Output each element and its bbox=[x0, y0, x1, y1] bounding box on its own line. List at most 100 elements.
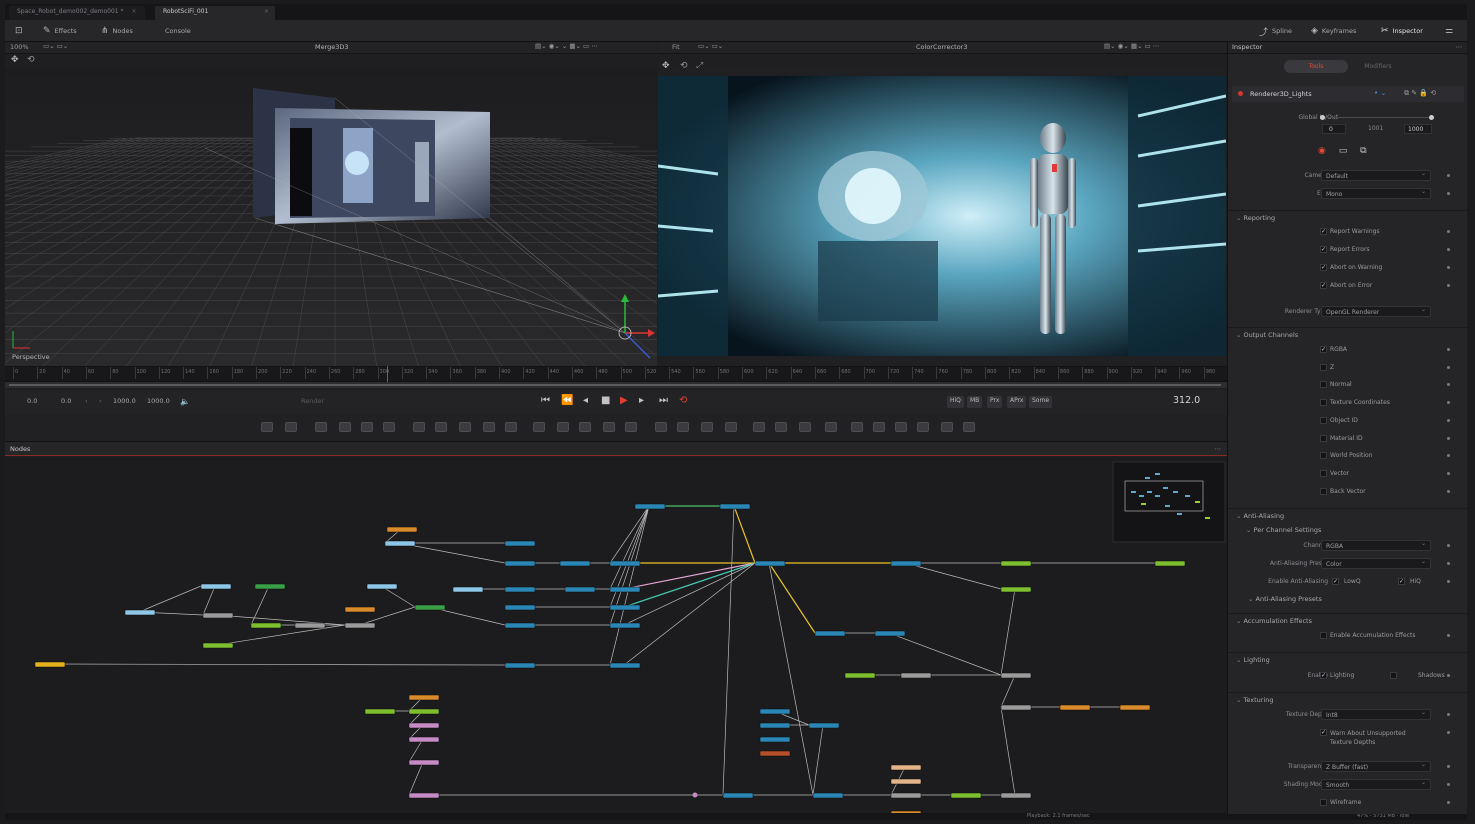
node-tool-icon[interactable] bbox=[775, 422, 787, 432]
graph-node[interactable] bbox=[414, 604, 446, 611]
camera-select[interactable]: Default bbox=[1321, 170, 1431, 181]
graph-node[interactable] bbox=[504, 662, 536, 669]
graph-node[interactable] bbox=[504, 560, 536, 567]
graph-node[interactable] bbox=[812, 792, 844, 799]
scrub-bar[interactable] bbox=[5, 382, 1227, 388]
node-connection[interactable] bbox=[609, 505, 650, 564]
aa-preset-select[interactable]: Color bbox=[1321, 558, 1431, 569]
keyframe-dot[interactable] bbox=[1447, 765, 1450, 768]
graph-node[interactable] bbox=[408, 736, 440, 743]
pipe-router[interactable] bbox=[692, 792, 698, 798]
graph-node[interactable] bbox=[890, 792, 922, 799]
output-tab-icon[interactable]: ⧉ bbox=[1360, 146, 1366, 156]
report-checkbox[interactable]: ✓ bbox=[1320, 264, 1327, 271]
keyframe-dot[interactable] bbox=[1447, 783, 1450, 786]
aa-presets-section[interactable]: Anti-Aliasing Presets bbox=[1228, 592, 1467, 606]
node-tool-icon[interactable] bbox=[895, 422, 907, 432]
keyframe-dot[interactable] bbox=[1447, 562, 1450, 565]
node-connection[interactable] bbox=[48, 663, 506, 666]
playhead[interactable] bbox=[387, 366, 388, 382]
graph-node[interactable] bbox=[609, 560, 641, 567]
viewer-options-icon[interactable]: ▭⌄ ▭⌄ bbox=[43, 42, 68, 50]
node-connection[interactable] bbox=[216, 624, 346, 646]
zoom-dropdown[interactable]: 100% bbox=[10, 43, 29, 51]
viewer-tools-icon[interactable]: ▤⌄ ◉⌄ ⌄ ▦⌄ ▭ ⋯ bbox=[535, 42, 598, 50]
time-ruler[interactable]: 0 20 40 60 80 100 120 140 160 180 200 220 240 260 280 3… bbox=[5, 366, 1227, 382]
keyframe-dot[interactable] bbox=[1447, 266, 1450, 269]
go-to-start-icon[interactable]: ⏮ bbox=[541, 395, 550, 406]
graph-node[interactable] bbox=[1000, 560, 1032, 567]
node-tool-icon[interactable] bbox=[677, 422, 689, 432]
start-time[interactable]: 0.0 bbox=[27, 397, 37, 405]
node-tool-icon[interactable] bbox=[261, 422, 273, 432]
graph-node[interactable] bbox=[609, 604, 641, 611]
report-checkbox[interactable]: ✓ bbox=[1320, 228, 1327, 235]
keyframe-dot[interactable] bbox=[1447, 801, 1450, 804]
graph-node[interactable] bbox=[294, 622, 326, 629]
graph-node[interactable] bbox=[1000, 704, 1032, 711]
graph-node[interactable] bbox=[384, 540, 416, 547]
graph-node[interactable] bbox=[344, 622, 376, 629]
layout-button[interactable]: ⚌ bbox=[1445, 24, 1453, 38]
node-tool-icon[interactable] bbox=[285, 422, 297, 432]
graph-node[interactable] bbox=[890, 764, 922, 771]
graph-node[interactable] bbox=[202, 612, 234, 619]
keyframe-dot[interactable] bbox=[1447, 230, 1450, 233]
rotate-icon[interactable]: ⟲ bbox=[27, 55, 35, 65]
node-tool-icon[interactable] bbox=[825, 422, 837, 432]
node-connection[interactable] bbox=[1000, 588, 1016, 676]
graph-node[interactable] bbox=[408, 722, 440, 729]
node-tool-icon[interactable] bbox=[413, 422, 425, 432]
nodes-button[interactable]: ⋔ Nodes bbox=[101, 24, 133, 38]
keyframe-dot[interactable] bbox=[1447, 436, 1450, 440]
keyframe-dot[interactable] bbox=[1447, 471, 1450, 475]
graph-node[interactable] bbox=[634, 503, 666, 510]
output-channels-section[interactable]: Output Channels bbox=[1228, 327, 1467, 341]
texturing-section[interactable]: Texturing bbox=[1228, 692, 1467, 706]
channel-checkbox[interactable]: ✓ bbox=[1320, 346, 1327, 353]
keyframe-dot[interactable] bbox=[1447, 713, 1450, 716]
graph-node[interactable] bbox=[609, 586, 641, 593]
range-slider-handle[interactable] bbox=[1320, 115, 1325, 120]
channel-checkbox[interactable] bbox=[1320, 416, 1327, 424]
graph-node[interactable] bbox=[202, 642, 234, 649]
channel-checkbox[interactable] bbox=[1320, 452, 1327, 460]
node-tool-icon[interactable] bbox=[725, 422, 737, 432]
channel-checkbox[interactable] bbox=[1320, 434, 1327, 442]
console-button[interactable]: Console bbox=[165, 24, 191, 38]
tab-tools[interactable]: Tools bbox=[1284, 60, 1348, 73]
node-tool-icon[interactable] bbox=[483, 422, 495, 432]
channel-select[interactable]: RGBA bbox=[1321, 540, 1431, 551]
graph-node[interactable] bbox=[504, 604, 536, 611]
graph-node[interactable] bbox=[408, 708, 440, 715]
node-tool-icon[interactable] bbox=[655, 422, 667, 432]
shading-select[interactable]: Smooth bbox=[1321, 779, 1431, 790]
keyframe-dot[interactable] bbox=[1447, 634, 1450, 637]
channel-checkbox[interactable] bbox=[1320, 363, 1327, 371]
node-tool-icon[interactable] bbox=[339, 422, 351, 432]
keyframes-button[interactable]: ◈ Keyframes bbox=[1311, 24, 1356, 38]
keyframe-dot[interactable] bbox=[1447, 348, 1450, 351]
channel-checkbox[interactable] bbox=[1320, 381, 1327, 389]
step-back-icon[interactable]: ‹ bbox=[85, 397, 88, 405]
spline-button[interactable]: ⤴ Spline bbox=[1259, 24, 1292, 38]
render-button[interactable]: Render bbox=[301, 397, 324, 405]
wireframe-checkbox[interactable] bbox=[1320, 799, 1327, 806]
graph-node[interactable] bbox=[722, 792, 754, 799]
minimap[interactable] bbox=[1112, 461, 1226, 543]
hiq-checkbox[interactable]: ✓ bbox=[1398, 578, 1405, 585]
lighting-section[interactable]: Lighting bbox=[1228, 652, 1467, 666]
graph-node[interactable] bbox=[1119, 704, 1151, 711]
viewer-options-icon[interactable]: ▭⌄ ▭⌄ bbox=[698, 42, 723, 50]
menu-button[interactable]: ⊡ bbox=[15, 24, 23, 38]
keyframe-dot[interactable] bbox=[1447, 383, 1450, 387]
graph-node[interactable] bbox=[609, 662, 641, 669]
close-icon[interactable]: × bbox=[132, 8, 137, 15]
more-icon[interactable]: ⋯ bbox=[1215, 445, 1222, 453]
loop-icon[interactable]: ⟲ bbox=[679, 395, 687, 406]
tab-space-robot[interactable]: Space_Robot_demo002_demo001 * × bbox=[9, 6, 145, 20]
graph-node[interactable] bbox=[408, 694, 440, 701]
node-connection[interactable] bbox=[888, 632, 1002, 676]
graph-node[interactable] bbox=[874, 630, 906, 637]
mb-button[interactable]: MB bbox=[967, 396, 983, 408]
